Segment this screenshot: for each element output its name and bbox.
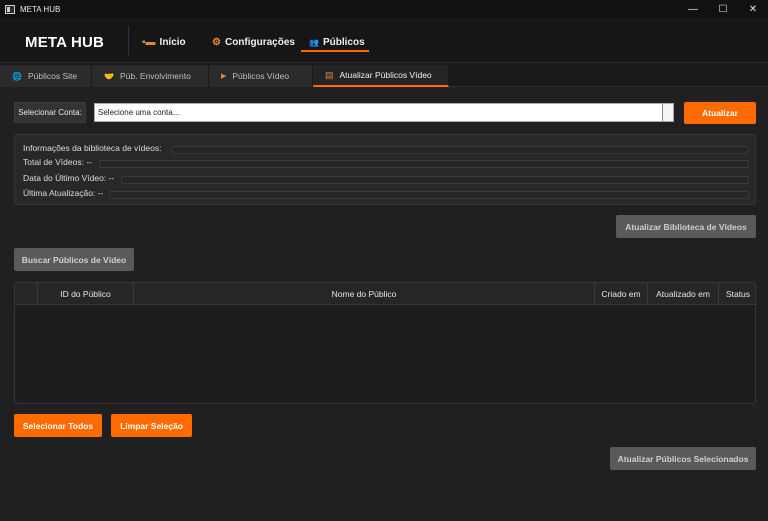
nav-inicio[interactable]: ▪▬ Início — [142, 33, 186, 51]
audiences-table: ID do Público Nome do Público Criado em … — [14, 282, 756, 404]
account-label: Selecionar Conta: — [14, 102, 86, 123]
window-title: META HUB — [20, 4, 61, 14]
users-icon: 👥 — [309, 37, 319, 47]
window-controls: — ☐ ✕ — [678, 0, 768, 18]
video-list-icon: ▤ — [325, 69, 334, 80]
tab-label: Atualizar Públicos Vídeo — [339, 70, 432, 80]
header-divider — [128, 26, 129, 55]
last-video-date: Data do Último Vídeo: -- — [23, 173, 115, 183]
tab-bar: 🌐 Públicos Site 🤝 Púb. Envolvimento ▶ Pú… — [0, 63, 768, 87]
dropdown-arrow-icon[interactable] — [662, 104, 673, 121]
table-header: ID do Público Nome do Público Criado em … — [15, 283, 755, 305]
update-selected-button[interactable]: Atualizar Públicos Selecionados — [610, 447, 756, 470]
handshake-icon: 🤝 — [104, 71, 114, 81]
globe-icon: 🌐 — [12, 71, 22, 81]
last-update-row: Última Atualização: -- — [23, 188, 749, 199]
maximize-button[interactable]: ☐ — [708, 0, 738, 18]
tab-pub-envolvimento[interactable]: 🤝 Púb. Envolvimento — [92, 65, 209, 87]
library-info-heading-row: Informações da biblioteca de vídeos: — [23, 143, 749, 154]
clear-selection-button[interactable]: Limpar Seleção — [111, 414, 192, 437]
field-frame — [171, 146, 749, 154]
nav-publicos[interactable]: 👥 Públicos — [309, 33, 365, 51]
play-icon: ▶ — [221, 73, 227, 80]
total-videos: Total de Vídeos: -- — [23, 157, 92, 167]
search-audiences-button[interactable]: Buscar Públicos de Vídeo — [14, 248, 134, 271]
tab-label: Públicos Site — [27, 71, 78, 81]
library-info-panel: Informações da biblioteca de vídeos: Tot… — [14, 134, 756, 205]
column-header-select[interactable] — [15, 283, 38, 305]
app-header: META HUB ▪▬ Início ⚙ Configurações 👥 Púb… — [0, 18, 768, 63]
field-frame — [109, 191, 749, 199]
nav-active-indicator — [301, 50, 369, 52]
column-header-updated[interactable]: Atualizado em — [648, 283, 719, 305]
update-account-button[interactable]: Atualizar — [684, 102, 756, 124]
tab-atualizar-publicos-video[interactable]: ▤ Atualizar Públicos Vídeo — [313, 65, 449, 87]
field-frame — [99, 160, 749, 168]
nav-label: Públicos — [322, 36, 365, 48]
account-select[interactable]: Selecione uma conta... — [94, 103, 674, 122]
tab-label: Púb. Envolvimento — [119, 71, 191, 81]
title-bar: META HUB — ☐ ✕ — [0, 0, 768, 18]
column-header-status[interactable]: Status — [719, 283, 755, 305]
update-library-button[interactable]: Atualizar Biblioteca de Vídeos — [616, 215, 756, 238]
select-all-button[interactable]: Selecionar Todos — [14, 414, 102, 437]
nav-configuracoes[interactable]: ⚙ Configurações — [212, 33, 295, 51]
app-logo: META HUB — [25, 34, 105, 51]
last-update: Última Atualização: -- — [23, 188, 104, 198]
column-header-name[interactable]: Nome do Público — [134, 283, 595, 305]
nav-label: Início — [159, 36, 186, 48]
column-header-created[interactable]: Criado em — [595, 283, 648, 305]
tab-publicos-site[interactable]: 🌐 Públicos Site — [0, 65, 92, 87]
chart-icon: ▪▬ — [142, 36, 156, 48]
minimize-button[interactable]: — — [678, 0, 708, 18]
app-icon — [5, 4, 15, 14]
library-info-heading: Informações da biblioteca de vídeos: — [23, 143, 162, 153]
nav-label: Configurações — [224, 36, 295, 48]
gear-icon: ⚙ — [212, 36, 221, 48]
total-videos-row: Total de Vídeos: -- — [23, 157, 749, 168]
field-frame — [121, 176, 749, 184]
last-video-date-row: Data do Último Vídeo: -- — [23, 173, 749, 184]
tab-publicos-video[interactable]: ▶ Públicos Vídeo — [209, 65, 313, 87]
column-header-id[interactable]: ID do Público — [38, 283, 134, 305]
account-select-placeholder: Selecione uma conta... — [98, 108, 180, 117]
close-button[interactable]: ✕ — [738, 0, 768, 18]
tab-label: Públicos Vídeo — [232, 71, 290, 81]
